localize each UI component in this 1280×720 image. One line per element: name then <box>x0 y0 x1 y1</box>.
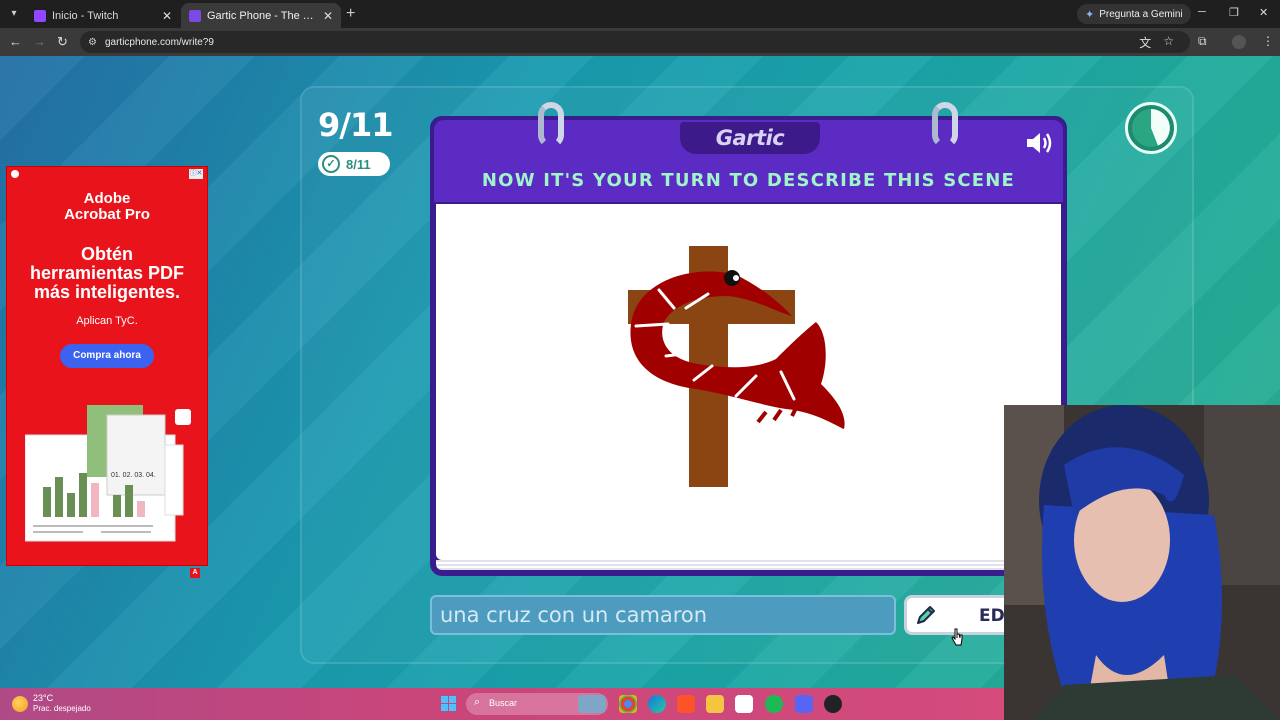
ad-headline-line: más inteligentes. <box>33 282 181 302</box>
minimize-icon[interactable]: ─ <box>1198 6 1206 18</box>
adobe-ad[interactable]: ⓘ✕ Adobe Acrobat Pro Obtén herramientas … <box>6 166 208 566</box>
ad-headline-line: herramientas PDF <box>29 263 185 283</box>
browser-tab-bar: ▾ Inicio - Twitch ✕ Gartic Phone - The T… <box>0 0 1280 28</box>
ad-marker-icon <box>11 170 19 178</box>
close-tab-icon[interactable]: ✕ <box>162 9 172 23</box>
restore-icon[interactable]: ❐ <box>1229 6 1239 19</box>
instruction-heading: NOW IT'S YOUR TURN TO DESCRIBE THIS SCEN… <box>481 170 1016 191</box>
players-done-count: 8/11 <box>346 156 371 172</box>
url-text: garticphone.com/write?9 <box>104 36 214 48</box>
extensions-icon[interactable]: ⧉ <box>1198 34 1207 49</box>
close-tab-icon[interactable]: ✕ <box>323 9 333 23</box>
gartic-logo: Gartic <box>680 122 820 154</box>
ad-cta-button[interactable]: Compra ahora <box>60 344 154 368</box>
notebook-paper-edge <box>436 560 1061 570</box>
browser-toolbar: ← → ↻ ⚙ garticphone.com/write?9 文 ☆ ⧉ ⋮ <box>0 28 1280 56</box>
description-input[interactable]: una cruz con un camaron <box>430 595 896 635</box>
scene-card: Gartic NOW IT'S YOUR TURN TO DESCRIBE TH… <box>430 102 1067 576</box>
round-counter: 9/11 <box>318 106 393 144</box>
timer-icon <box>1125 102 1177 154</box>
ad-terms: Aplican TyC. <box>76 315 138 327</box>
search-icon: ⌕ <box>474 696 481 708</box>
close-window-icon[interactable]: ✕ <box>1259 6 1268 19</box>
ad-badge-icon: A <box>190 568 200 578</box>
store-icon[interactable] <box>735 695 753 713</box>
back-icon[interactable]: ← <box>9 34 22 50</box>
site-info-icon[interactable]: ⚙ <box>88 37 97 48</box>
bookmark-star-icon[interactable]: ☆ <box>1163 34 1174 51</box>
brave-icon[interactable] <box>677 695 695 713</box>
translate-icon[interactable]: 文 <box>1139 34 1151 51</box>
tab-twitch[interactable]: Inicio - Twitch ✕ <box>26 3 180 28</box>
windows-taskbar: 23°C Prac. despejado ⌕ Buscar <box>0 688 1004 720</box>
search-placeholder: Buscar <box>489 698 518 708</box>
speaker-icon[interactable] <box>1024 130 1054 156</box>
drawing-canvas <box>436 204 1061 560</box>
streamer-webcam <box>1004 405 1280 720</box>
address-bar[interactable]: ⚙ garticphone.com/write?9 文 ☆ <box>80 31 1190 53</box>
tab-title: Gartic Phone - The Telephone Game <box>207 9 317 22</box>
ad-brand-line: Acrobat Pro <box>64 206 150 223</box>
ad-brand: Adobe Acrobat Pro <box>7 191 207 223</box>
gemini-button[interactable]: ✦ Pregunta a Gemini <box>1077 4 1191 24</box>
forward-icon[interactable]: → <box>33 34 46 50</box>
gartic-favicon-icon <box>189 9 201 22</box>
search-highlight-icon[interactable] <box>578 695 606 713</box>
spotify-icon[interactable] <box>765 695 783 713</box>
temperature: 23°C <box>33 693 54 703</box>
menu-icon[interactable]: ⋮ <box>1262 34 1274 48</box>
ad-illustration: 01. 02. 03. 04. <box>25 405 191 542</box>
gartic-logo-text: Gartic <box>715 126 785 150</box>
binder-ring-left <box>538 102 564 148</box>
edge-icon[interactable] <box>648 695 666 713</box>
discord-icon[interactable] <box>795 695 813 713</box>
card-header: Gartic NOW IT'S YOUR TURN TO DESCRIBE TH… <box>434 120 1063 202</box>
shrimp-on-cross-drawing <box>628 246 845 487</box>
ad-chart-ticks: 01. 02. 03. 04. <box>111 472 156 479</box>
ad-headline: Obtén herramientas PDF más inteligentes. <box>7 245 207 302</box>
weather-sun-icon[interactable] <box>12 696 28 712</box>
weather-condition: Prac. despejado <box>33 704 91 713</box>
sparkle-icon: ✦ <box>1085 8 1095 21</box>
gemini-label: Pregunta a Gemini <box>1099 8 1183 20</box>
pencil-icon <box>917 606 935 624</box>
profile-avatar[interactable] <box>1232 35 1246 49</box>
ad-headline-line: Obtén <box>81 244 133 264</box>
hand-cursor-icon <box>951 628 963 646</box>
obs-icon[interactable] <box>824 695 842 713</box>
tab-gartic[interactable]: Gartic Phone - The Telephone Game ✕ <box>181 3 341 28</box>
players-done-badge: ✓ 8/11 <box>318 152 390 176</box>
check-icon: ✓ <box>322 155 340 173</box>
tab-title: Inicio - Twitch <box>52 9 119 22</box>
binder-ring-right <box>932 102 958 148</box>
file-explorer-icon[interactable] <box>706 695 724 713</box>
reload-icon[interactable]: ↻ <box>57 34 68 50</box>
adchoices-icon[interactable]: ⓘ✕ <box>189 169 203 179</box>
chrome-icon[interactable] <box>619 695 637 713</box>
tab-search-button[interactable]: ▾ <box>5 5 23 23</box>
new-tab-button[interactable]: + <box>346 5 355 23</box>
windows-start-icon[interactable] <box>441 696 456 711</box>
twitch-icon <box>34 9 46 22</box>
ad-brand-line: Adobe <box>83 190 131 207</box>
